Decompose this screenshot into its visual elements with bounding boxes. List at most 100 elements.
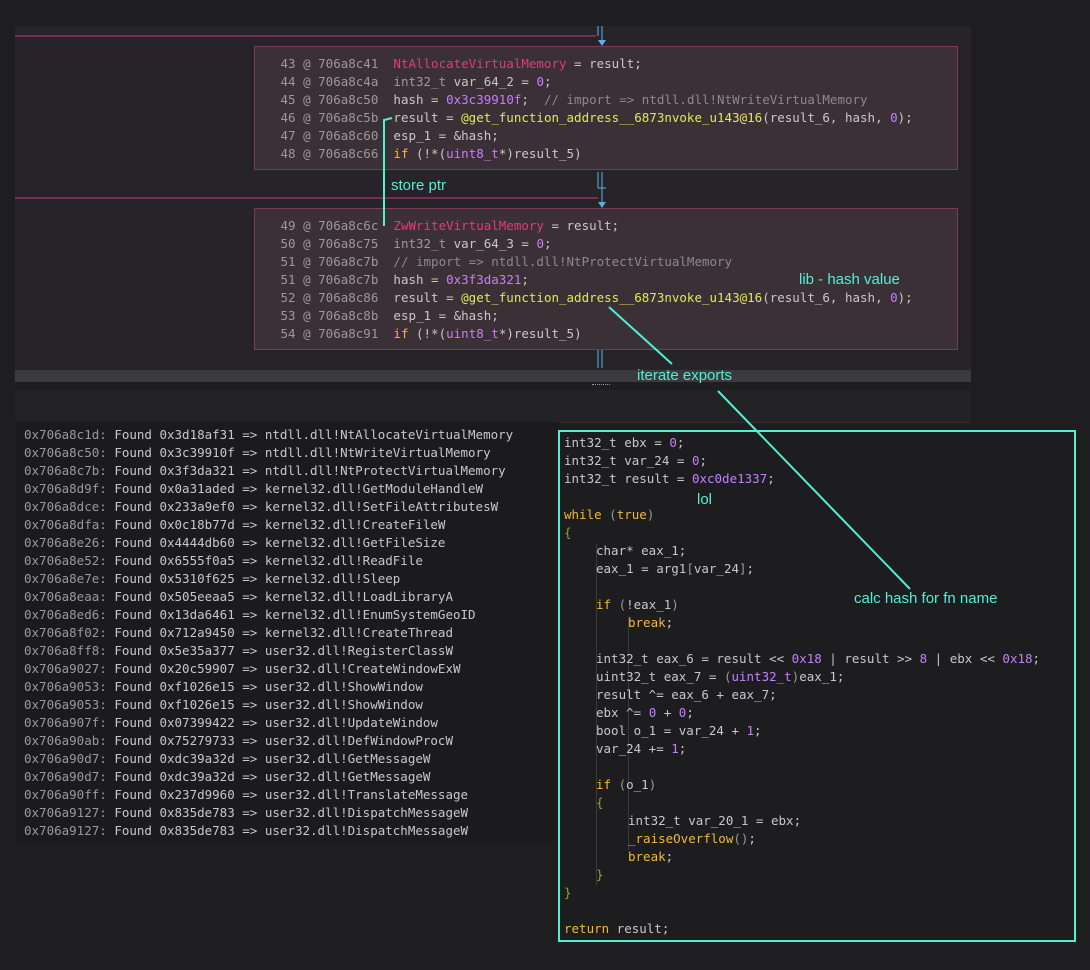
- log-entry[interactable]: 0x706a9053: Found 0xf1026e15 => user32.d…: [24, 696, 423, 714]
- log-entry[interactable]: 0x706a8f02: Found 0x712a9450 => kernel32…: [24, 624, 453, 642]
- log-address[interactable]: 0x706a8dce:: [24, 499, 107, 514]
- code-line[interactable]: 44 @ 706a8c4a int32_t var_64_2 = 0;: [273, 73, 552, 91]
- line-address[interactable]: 706a8c75: [318, 236, 393, 251]
- log-address[interactable]: 0x706a8f02:: [24, 625, 107, 640]
- popup-code-line: ebx ^= 0 + 0;: [596, 704, 694, 722]
- log-entry[interactable]: 0x706a9027: Found 0x20c59907 => user32.d…: [24, 660, 461, 678]
- code-token: _raiseOverflow: [628, 831, 734, 846]
- popup-code-line: var_24 += 1;: [596, 740, 686, 758]
- line-number: 50 @: [273, 236, 319, 251]
- basic-block-1[interactable]: 43 @ 706a8c41 NtAllocateVirtualMemory = …: [254, 46, 958, 170]
- code-token: 0x18: [1002, 651, 1033, 666]
- log-entry[interactable]: 0x706a8eaa: Found 0x505eeaa5 => kernel32…: [24, 588, 453, 606]
- log-address[interactable]: 0x706a907f:: [24, 715, 107, 730]
- code-token: 0: [536, 236, 544, 251]
- log-address[interactable]: 0x706a8c7b:: [24, 463, 107, 478]
- log-entry[interactable]: 0x706a907f: Found 0x07399422 => user32.d…: [24, 714, 438, 732]
- code-line[interactable]: 47 @ 706a8c60 esp_1 = &hash;: [273, 127, 499, 145]
- log-entry[interactable]: 0x706a8dfa: Found 0x0c18b77d => kernel32…: [24, 516, 445, 534]
- line-address[interactable]: 706a8c4a: [318, 74, 393, 89]
- log-entry[interactable]: 0x706a8dce: Found 0x233a9ef0 => kernel32…: [24, 498, 498, 516]
- code-line[interactable]: 52 @ 706a8c86 result = @get_function_add…: [273, 289, 913, 307]
- code-token: int32_t var_20_1 = ebx;: [628, 813, 802, 828]
- line-address[interactable]: 706a8c6c: [318, 218, 393, 233]
- log-entry[interactable]: 0x706a90ff: Found 0x237d9960 => user32.d…: [24, 786, 468, 804]
- log-entry[interactable]: 0x706a9053: Found 0xf1026e15 => user32.d…: [24, 678, 423, 696]
- code-token: if: [393, 146, 409, 161]
- log-entry[interactable]: 0x706a90d7: Found 0xdc39a32d => user32.d…: [24, 768, 430, 786]
- splitter[interactable]: [15, 370, 971, 382]
- log-address[interactable]: 0x706a8e26:: [24, 535, 107, 550]
- log-address[interactable]: 0x706a9053:: [24, 697, 107, 712]
- code-line[interactable]: 46 @ 706a8c5b result = @get_function_add…: [273, 109, 913, 127]
- code-line[interactable]: 45 @ 706a8c50 hash = 0x3c39910f; // impo…: [273, 91, 868, 109]
- line-address[interactable]: 706a8c50: [318, 92, 393, 107]
- log-message: Found 0xdc39a32d => user32.dll!GetMessag…: [106, 769, 431, 784]
- log-entry[interactable]: 0x706a9127: Found 0x835de783 => user32.d…: [24, 804, 468, 822]
- hash-function-code-panel: int32_t ebx = 0; int32_t var_24 = 0; int32…: [558, 430, 1076, 942]
- code-token: ;: [543, 236, 552, 251]
- code-line[interactable]: 54 @ 706a8c91 if (!*(uint8_t*)result_5): [273, 325, 582, 343]
- code-line[interactable]: 48 @ 706a8c66 if (!*(uint8_t*)result_5): [273, 145, 582, 163]
- line-number: 45 @: [273, 92, 319, 107]
- log-address[interactable]: 0x706a8ed6:: [24, 607, 107, 622]
- log-entry[interactable]: 0x706a8e52: Found 0x6555f0a5 => kernel32…: [24, 552, 423, 570]
- splitter-grip[interactable]: [592, 384, 610, 387]
- log-panel[interactable]: 0x706a8c1d: Found 0x3d18af31 => ntdll.dl…: [15, 422, 559, 842]
- log-entry[interactable]: 0x706a9127: Found 0x835de783 => user32.d…: [24, 822, 468, 840]
- log-address[interactable]: 0x706a8ff8:: [24, 643, 107, 658]
- code-token: return: [564, 921, 610, 936]
- line-address[interactable]: 706a8c60: [318, 128, 393, 143]
- log-address[interactable]: 0x706a90ab:: [24, 733, 107, 748]
- code-line[interactable]: 49 @ 706a8c6c ZwWriteVirtualMemory = res…: [273, 217, 620, 235]
- log-entry[interactable]: 0x706a8d9f: Found 0x0a31aded => kernel32…: [24, 480, 483, 498]
- line-address[interactable]: 706a8c8b: [318, 308, 393, 323]
- code-line[interactable]: 53 @ 706a8c8b esp_1 = &hash;: [273, 307, 499, 325]
- code-line[interactable]: 51 @ 706a8c7b hash = 0x3f3da321;: [273, 271, 529, 289]
- code-token: result ^= eax_6 + eax_7;: [596, 687, 777, 702]
- log-address[interactable]: 0x706a90ff:: [24, 787, 107, 802]
- log-address[interactable]: 0x706a8dfa:: [24, 517, 107, 532]
- line-number: 54 @: [273, 326, 319, 341]
- log-address[interactable]: 0x706a9027:: [24, 661, 107, 676]
- log-address[interactable]: 0x706a8c50:: [24, 445, 107, 460]
- log-address[interactable]: 0x706a8e7e:: [24, 571, 107, 586]
- line-address[interactable]: 706a8c86: [318, 290, 393, 305]
- line-address[interactable]: 706a8c91: [318, 326, 393, 341]
- log-entry[interactable]: 0x706a8ff8: Found 0x5e35a377 => user32.d…: [24, 642, 453, 660]
- log-entry[interactable]: 0x706a8e7e: Found 0x5310f625 => kernel32…: [24, 570, 400, 588]
- log-entry[interactable]: 0x706a8c50: Found 0x3c39910f => ntdll.dl…: [24, 444, 491, 462]
- log-entry[interactable]: 0x706a8ed6: Found 0x13da6461 => kernel32…: [24, 606, 476, 624]
- line-address[interactable]: 706a8c66: [318, 146, 393, 161]
- line-address[interactable]: 706a8c5b: [318, 110, 393, 125]
- code-token: NtAllocateVirtualMemory: [393, 56, 567, 71]
- log-address[interactable]: 0x706a9053:: [24, 679, 107, 694]
- log-address[interactable]: 0x706a9127:: [24, 823, 107, 838]
- log-address[interactable]: 0x706a8eaa:: [24, 589, 107, 604]
- log-tab-bar[interactable]: [15, 390, 971, 423]
- log-address[interactable]: 0x706a90d7:: [24, 751, 107, 766]
- log-entry[interactable]: 0x706a8c1d: Found 0x3d18af31 => ntdll.dl…: [24, 426, 513, 444]
- code-line[interactable]: 50 @ 706a8c75 int32_t var_64_3 = 0;: [273, 235, 552, 253]
- log-address[interactable]: 0x706a8c1d:: [24, 427, 107, 442]
- line-address[interactable]: 706a8c7b: [318, 272, 393, 287]
- log-address[interactable]: 0x706a90d7:: [24, 769, 107, 784]
- line-address[interactable]: 706a8c7b: [318, 254, 393, 269]
- log-address[interactable]: 0x706a8e52:: [24, 553, 107, 568]
- code-line[interactable]: 43 @ 706a8c41 NtAllocateVirtualMemory = …: [273, 55, 642, 73]
- line-address[interactable]: 706a8c41: [318, 56, 393, 71]
- log-entry[interactable]: 0x706a90ab: Found 0x75279733 => user32.d…: [24, 732, 453, 750]
- code-token: // import => ntdll.dll!NtProtectVirtualM…: [393, 254, 733, 269]
- code-line[interactable]: 51 @ 706a8c7b // import => ntdll.dll!NtP…: [273, 253, 733, 271]
- log-entry[interactable]: 0x706a8c7b: Found 0x3f3da321 => ntdll.dl…: [24, 462, 506, 480]
- log-address[interactable]: 0x706a9127:: [24, 805, 107, 820]
- code-token: uint32_t eax_7 =: [596, 669, 724, 684]
- log-entry[interactable]: 0x706a90d7: Found 0xdc39a32d => user32.d…: [24, 750, 430, 768]
- line-number: 43 @: [273, 56, 319, 71]
- annotation-lol: lol: [697, 491, 713, 508]
- log-address[interactable]: 0x706a8d9f:: [24, 481, 107, 496]
- log-entry[interactable]: 0x706a8e26: Found 0x4444db60 => kernel32…: [24, 534, 445, 552]
- code-token: hash =: [393, 92, 447, 107]
- log-message: Found 0x5e35a377 => user32.dll!RegisterC…: [106, 643, 453, 658]
- code-token: ;: [521, 92, 544, 107]
